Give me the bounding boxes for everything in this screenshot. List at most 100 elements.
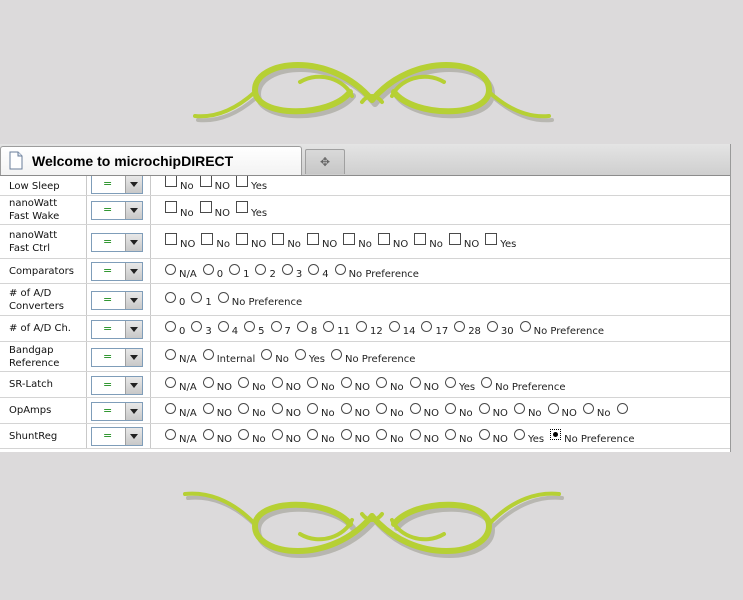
checkbox[interactable] <box>448 232 461 245</box>
chevron-down-icon[interactable] <box>125 176 142 193</box>
chevron-down-icon[interactable] <box>125 234 142 251</box>
chevron-down-icon[interactable] <box>125 321 142 338</box>
radio-button[interactable] <box>308 263 320 275</box>
operator-select[interactable]: = <box>91 376 143 395</box>
radio-button[interactable] <box>444 403 456 414</box>
radio-button[interactable] <box>444 428 456 440</box>
checkbox[interactable] <box>199 176 212 187</box>
new-tab-button[interactable]: ✥ <box>305 149 345 174</box>
radio-button[interactable] <box>409 377 421 388</box>
radio-button[interactable] <box>376 377 387 388</box>
operator-select[interactable]: = <box>91 201 143 220</box>
radio-button[interactable] <box>202 377 214 388</box>
radio-button[interactable] <box>191 292 203 303</box>
radio-button[interactable] <box>409 403 421 414</box>
radio-button[interactable] <box>334 263 346 275</box>
radio-button[interactable] <box>165 292 176 303</box>
chevron-down-icon[interactable] <box>125 428 142 445</box>
radio-button[interactable] <box>191 321 203 332</box>
radio-button[interactable] <box>513 428 525 440</box>
radio-button[interactable] <box>238 377 250 388</box>
radio-button[interactable] <box>202 263 214 275</box>
checkbox[interactable] <box>199 201 212 213</box>
radio-button[interactable] <box>217 321 229 332</box>
radio-button[interactable] <box>307 428 319 440</box>
radio-button[interactable] <box>481 377 493 388</box>
radio-button[interactable] <box>582 403 594 414</box>
operator-select[interactable]: = <box>91 176 143 194</box>
radio-button[interactable] <box>486 321 498 332</box>
checkbox[interactable] <box>343 232 356 245</box>
checkbox[interactable] <box>165 201 177 213</box>
radio-button[interactable] <box>271 428 283 440</box>
tab-welcome[interactable]: Welcome to microchipDIRECT <box>0 146 302 175</box>
checkbox[interactable] <box>235 232 248 245</box>
radio-button[interactable] <box>340 428 352 440</box>
checkbox[interactable] <box>485 232 498 245</box>
radio-button[interactable] <box>281 263 293 275</box>
radio-button[interactable] <box>165 428 176 440</box>
radio-button[interactable] <box>165 263 176 275</box>
chevron-down-icon[interactable] <box>125 403 142 420</box>
checkbox[interactable] <box>201 232 214 245</box>
radio-button[interactable] <box>340 403 352 414</box>
radio-button[interactable] <box>255 263 267 275</box>
radio-button[interactable] <box>478 403 490 414</box>
operator-select[interactable]: = <box>91 233 143 252</box>
radio-button[interactable] <box>519 321 531 332</box>
radio-button[interactable] <box>165 403 176 414</box>
operator-select[interactable]: = <box>91 348 143 367</box>
radio-button[interactable] <box>296 321 308 332</box>
radio-button[interactable] <box>244 321 256 332</box>
radio-button[interactable] <box>355 321 367 332</box>
chevron-down-icon[interactable] <box>125 349 142 366</box>
radio-button[interactable] <box>165 349 176 360</box>
operator-select[interactable]: = <box>91 402 143 421</box>
radio-button[interactable] <box>294 349 306 360</box>
operator-select[interactable]: = <box>91 262 143 281</box>
checkbox[interactable] <box>165 232 177 245</box>
radio-button[interactable] <box>444 377 456 388</box>
checkbox[interactable] <box>165 176 177 187</box>
operator-select[interactable]: = <box>91 291 143 310</box>
radio-button-selected[interactable] <box>550 428 562 440</box>
radio-button[interactable] <box>513 403 525 414</box>
radio-button[interactable] <box>202 428 214 440</box>
radio-button[interactable] <box>323 321 335 332</box>
radio-button[interactable] <box>271 377 283 388</box>
radio-button[interactable] <box>229 263 241 275</box>
radio-button[interactable] <box>388 321 400 332</box>
radio-button[interactable] <box>217 292 229 303</box>
radio-button[interactable] <box>331 349 343 360</box>
radio-button[interactable] <box>616 403 628 414</box>
radio-button[interactable] <box>454 321 466 332</box>
radio-button[interactable] <box>478 428 490 440</box>
radio-button[interactable] <box>547 403 559 414</box>
radio-button[interactable] <box>165 321 176 332</box>
chevron-down-icon[interactable] <box>125 263 142 280</box>
operator-select[interactable]: = <box>91 427 143 446</box>
radio-button[interactable] <box>261 349 273 360</box>
radio-button[interactable] <box>307 403 319 414</box>
checkbox[interactable] <box>272 232 285 245</box>
radio-button[interactable] <box>421 321 433 332</box>
checkbox[interactable] <box>414 232 427 245</box>
radio-button[interactable] <box>238 428 250 440</box>
radio-button[interactable] <box>165 377 176 388</box>
radio-button[interactable] <box>202 349 214 360</box>
radio-button[interactable] <box>238 403 250 414</box>
chevron-down-icon[interactable] <box>125 292 142 309</box>
radio-button[interactable] <box>376 428 387 440</box>
radio-button[interactable] <box>340 377 352 388</box>
radio-button[interactable] <box>307 377 319 388</box>
operator-select[interactable]: = <box>91 320 143 339</box>
checkbox[interactable] <box>377 232 390 245</box>
checkbox[interactable] <box>235 176 248 187</box>
chevron-down-icon[interactable] <box>125 377 142 394</box>
chevron-down-icon[interactable] <box>125 202 142 219</box>
checkbox[interactable] <box>306 232 319 245</box>
radio-button[interactable] <box>270 321 282 332</box>
radio-button[interactable] <box>376 403 387 414</box>
radio-button[interactable] <box>202 403 214 414</box>
checkbox[interactable] <box>235 201 248 213</box>
